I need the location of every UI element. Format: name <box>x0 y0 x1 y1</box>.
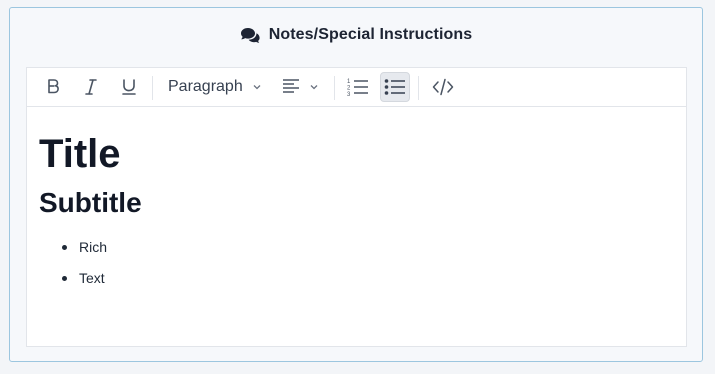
editor-content[interactable]: Title Subtitle Rich Text <box>39 108 674 346</box>
underline-icon <box>121 78 137 96</box>
editor-toolbar: Paragraph 1 2 3 <box>27 68 686 107</box>
align-select[interactable] <box>282 72 326 102</box>
block-format-label: Paragraph <box>168 78 243 95</box>
code-icon <box>432 78 454 96</box>
heading-subtitle: Subtitle <box>39 187 142 218</box>
italic-icon <box>83 78 99 96</box>
chevron-down-icon <box>252 78 262 96</box>
rich-text-editor[interactable]: Paragraph 1 2 3 Title Subtitle Rich Text <box>26 67 687 347</box>
bullet-list-icon <box>384 78 406 96</box>
svg-text:2: 2 <box>347 86 351 92</box>
toolbar-divider <box>152 76 153 100</box>
list-item: Text <box>39 263 107 294</box>
chevron-down-icon <box>309 78 319 96</box>
code-button[interactable] <box>427 72 459 102</box>
ordered-list-icon: 1 2 3 <box>347 77 369 97</box>
heading-title: Title <box>39 132 121 176</box>
bullet-list: Rich Text <box>39 232 107 294</box>
bold-icon <box>45 78 61 96</box>
bold-button[interactable] <box>39 72 67 102</box>
italic-button[interactable] <box>77 72 105 102</box>
bullet-list-button[interactable] <box>380 72 410 102</box>
block-format-select[interactable]: Paragraph <box>168 72 268 102</box>
align-left-icon <box>282 77 300 98</box>
list-item: Rich <box>39 232 107 263</box>
toolbar-divider <box>334 76 335 100</box>
comments-icon <box>240 27 261 44</box>
svg-text:3: 3 <box>347 92 351 97</box>
card-title: Notes/Special Instructions <box>268 26 473 43</box>
underline-button[interactable] <box>115 72 143 102</box>
card-header: Notes/Special Instructions <box>10 22 702 48</box>
svg-text:1: 1 <box>347 79 351 85</box>
toolbar-divider <box>418 76 419 100</box>
ordered-list-button[interactable]: 1 2 3 <box>343 72 373 102</box>
notes-card: Notes/Special Instructions Paragraph 1 2… <box>9 7 703 362</box>
